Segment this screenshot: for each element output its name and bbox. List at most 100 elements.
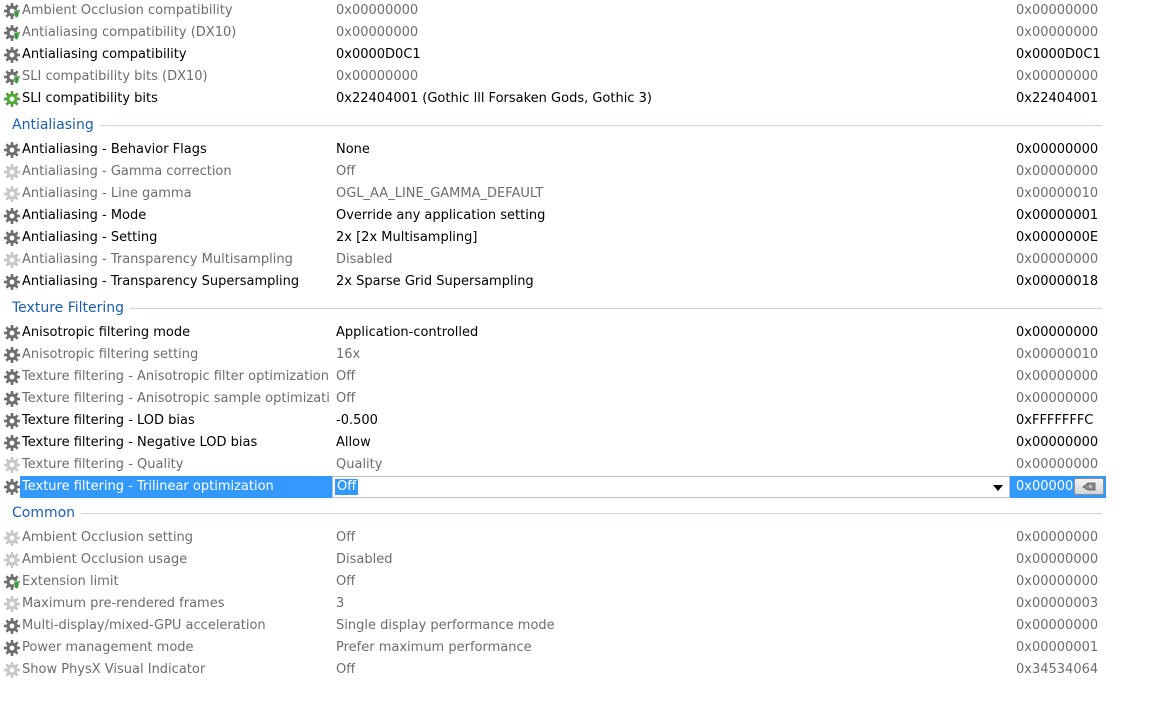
setting-row[interactable]: Antialiasing - Line gamma OGL_AA_LINE_GAM… <box>0 183 1110 205</box>
setting-name[interactable]: Texture filtering - Quality <box>22 454 330 476</box>
setting-value[interactable]: Single display performance mode <box>336 615 996 637</box>
setting-value[interactable]: None <box>336 139 996 161</box>
setting-row[interactable]: Antialiasing - Transparency Multisamplin… <box>0 249 1110 271</box>
gear-icon <box>3 324 21 342</box>
setting-row[interactable]: Antialiasing compatibility (DX10) 0x00000… <box>0 22 1110 44</box>
setting-name[interactable]: Antialiasing compatibility (DX10) <box>22 22 330 44</box>
gear-faded-icon <box>3 595 21 613</box>
setting-value[interactable]: Application-controlled <box>336 322 996 344</box>
setting-value[interactable]: 16x <box>336 344 996 366</box>
setting-name[interactable]: Antialiasing - Gamma correction <box>22 161 330 183</box>
setting-row[interactable]: Extension limit Off 0x00000000 <box>0 571 1110 593</box>
setting-name[interactable]: Antialiasing - Line gamma <box>22 183 330 205</box>
setting-value[interactable]: Quality <box>336 454 996 476</box>
setting-row[interactable]: Anisotropic filtering setting 16x 0x00000… <box>0 344 1110 366</box>
setting-name[interactable]: Maximum pre-rendered frames <box>22 593 330 615</box>
setting-value[interactable]: Off <box>336 388 996 410</box>
setting-value[interactable]: Off <box>336 366 996 388</box>
setting-hex-value: 0x00000000 <box>1016 530 1099 545</box>
setting-value[interactable]: 0x22404001 (Gothic lll Forsaken Gods, Go… <box>336 88 996 110</box>
setting-row[interactable]: Multi-display/mixed-GPU acceleration Sing… <box>0 615 1110 637</box>
setting-row[interactable]: Anisotropic filtering mode Application-co… <box>0 322 1110 344</box>
setting-name[interactable]: Texture filtering - Anisotropic sample o… <box>22 388 330 410</box>
setting-row[interactable]: Antialiasing - Setting 2x [2x Multisampli… <box>0 227 1110 249</box>
setting-value[interactable]: -0.500 <box>336 410 996 432</box>
setting-value-dropdown[interactable]: Off <box>332 476 1010 498</box>
setting-name[interactable]: SLI compatibility bits <box>22 88 330 110</box>
setting-value[interactable]: 2x Sparse Grid Supersampling <box>336 271 996 293</box>
setting-row[interactable]: Texture filtering - Anisotropic sample o… <box>0 388 1110 410</box>
setting-name[interactable]: Anisotropic filtering mode <box>22 322 330 344</box>
gear-icon <box>3 207 21 225</box>
setting-value[interactable]: Override any application setting <box>336 205 996 227</box>
setting-name[interactable]: Extension limit <box>22 571 330 593</box>
setting-hex-value: 0x00000001 <box>1016 640 1099 655</box>
setting-name[interactable]: Antialiasing compatibility <box>22 44 330 66</box>
setting-row[interactable]: Maximum pre-rendered frames 3 0x00000003 <box>0 593 1110 615</box>
setting-row[interactable]: Power management mode Prefer maximum perf… <box>0 637 1110 659</box>
setting-name[interactable]: Ambient Occlusion setting <box>22 527 330 549</box>
setting-name[interactable]: Antialiasing - Behavior Flags <box>22 139 330 161</box>
setting-row[interactable]: Antialiasing - Mode Override any applicat… <box>0 205 1110 227</box>
setting-row[interactable]: Antialiasing - Behavior Flags None 0x0000… <box>0 139 1110 161</box>
reset-button[interactable] <box>1074 478 1104 495</box>
setting-row[interactable]: Ambient Occlusion setting Off 0x00000000 <box>0 527 1110 549</box>
gear-faded-icon <box>3 251 21 269</box>
dropdown-selected-value: Off <box>335 479 359 495</box>
setting-row[interactable]: Ambient Occlusion compatibility 0x0000000… <box>0 0 1110 22</box>
setting-name[interactable]: Texture filtering - LOD bias <box>22 410 330 432</box>
setting-value[interactable]: Off <box>336 527 996 549</box>
setting-value[interactable]: 2x [2x Multisampling] <box>336 227 996 249</box>
setting-value[interactable]: Disabled <box>336 249 996 271</box>
setting-hex-field[interactable]: 0x000000 <box>1010 476 1106 498</box>
setting-name[interactable]: Multi-display/mixed-GPU acceleration <box>22 615 330 637</box>
setting-row[interactable]: Texture filtering - Quality Quality 0x000… <box>0 454 1110 476</box>
setting-row[interactable]: Antialiasing - Transparency Supersamplin… <box>0 271 1110 293</box>
setting-value[interactable]: 0x0000D0C1 <box>336 44 996 66</box>
setting-hex-value: 0x00000010 <box>1016 186 1099 201</box>
setting-row[interactable]: SLI compatibility bits (DX10) 0x00000000 … <box>0 66 1110 88</box>
setting-value[interactable]: Disabled <box>336 549 996 571</box>
setting-row[interactable]: Antialiasing - Gamma correction Off 0x000… <box>0 161 1110 183</box>
setting-name[interactable]: Antialiasing - Transparency Supersamplin… <box>22 271 330 293</box>
setting-hex-value: 0x00000010 <box>1016 347 1099 362</box>
setting-name[interactable]: Texture filtering - Negative LOD bias <box>22 432 330 454</box>
section-header: Common <box>0 502 1102 524</box>
setting-value[interactable]: 0x00000000 <box>336 66 996 88</box>
chevron-down-icon[interactable] <box>993 485 1003 491</box>
setting-hex-value: 0x00000000 <box>1016 391 1099 406</box>
setting-hex-value: 0x00000000 <box>1016 252 1099 267</box>
setting-hex-value: 0x00000000 <box>1016 325 1099 340</box>
setting-name[interactable]: Antialiasing - Mode <box>22 205 330 227</box>
setting-name[interactable]: Ambient Occlusion usage <box>22 549 330 571</box>
setting-name[interactable]: Show PhysX Visual Indicator <box>22 659 330 681</box>
setting-name[interactable]: Anisotropic filtering setting <box>22 344 330 366</box>
section-divider <box>12 513 1102 514</box>
setting-value[interactable]: OGL_AA_LINE_GAMMA_DEFAULT <box>336 183 996 205</box>
setting-row[interactable]: Texture filtering - Negative LOD bias All… <box>0 432 1110 454</box>
setting-name[interactable]: Power management mode <box>22 637 330 659</box>
setting-row[interactable]: SLI compatibility bits 0x22404001 (Gothic… <box>0 88 1110 110</box>
setting-row[interactable]: Texture filtering - Trilinear optimizati… <box>0 476 1110 498</box>
setting-value[interactable]: Off <box>336 659 996 681</box>
setting-row[interactable]: Show PhysX Visual Indicator Off 0x3453406… <box>0 659 1110 681</box>
setting-name[interactable]: Ambient Occlusion compatibility <box>22 0 330 22</box>
setting-value[interactable]: 3 <box>336 593 996 615</box>
setting-value[interactable]: Off <box>336 161 996 183</box>
setting-row[interactable]: Texture filtering - LOD bias -0.500 0xFFF… <box>0 410 1110 432</box>
setting-name[interactable]: Texture filtering - Anisotropic filter o… <box>22 366 330 388</box>
setting-hex-value: 0x00000000 <box>1016 552 1099 567</box>
setting-row[interactable]: Texture filtering - Anisotropic filter o… <box>0 366 1110 388</box>
gear-icon <box>3 273 21 291</box>
setting-row[interactable]: Ambient Occlusion usage Disabled 0x000000… <box>0 549 1110 571</box>
setting-name[interactable]: Antialiasing - Transparency Multisamplin… <box>22 249 330 271</box>
setting-value[interactable]: Off <box>336 571 996 593</box>
setting-value[interactable]: 0x00000000 <box>336 22 996 44</box>
setting-value[interactable]: Allow <box>336 432 996 454</box>
setting-name[interactable]: Texture filtering - Trilinear optimizati… <box>20 476 334 498</box>
setting-name[interactable]: Antialiasing - Setting <box>22 227 330 249</box>
setting-value[interactable]: 0x00000000 <box>336 0 996 22</box>
setting-name[interactable]: SLI compatibility bits (DX10) <box>22 66 330 88</box>
setting-row[interactable]: Antialiasing compatibility 0x0000D0C1 0x0… <box>0 44 1110 66</box>
setting-value[interactable]: Prefer maximum performance <box>336 637 996 659</box>
